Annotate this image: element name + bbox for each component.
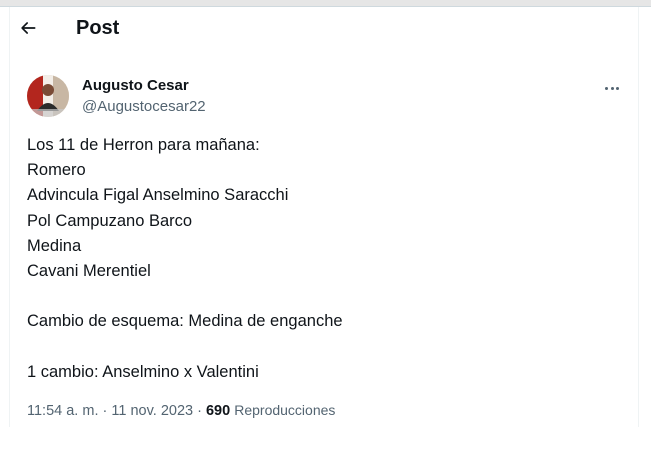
tweet-line: Medina [27,236,82,255]
page-title: Post [76,17,120,39]
tweet-line [27,335,617,360]
avatar[interactable] [27,75,69,117]
tweet-line: Pol Campuzano Barco [27,211,193,230]
right-border [638,7,639,427]
post-page: Post Augusto Cesar @Augustocesar22 Los 1… [0,0,651,450]
post-metadata: 11:54 a. m. · 11 nov. 2023 · 690 Reprodu… [27,401,335,420]
ellipsis-icon [605,86,609,90]
author-handle[interactable]: @Augustocesar22 [82,98,206,116]
post-date[interactable]: 11 nov. 2023 [111,403,193,419]
tweet-text: Los 11 de Herron para mañana: Romero Adv… [27,133,617,385]
meta-separator: · [102,403,108,419]
post-time[interactable]: 11:54 a. m. [27,403,98,419]
author-name[interactable]: Augusto Cesar [82,77,189,95]
user-avatar-photo [27,75,69,117]
tweet-line: Cavani Merentiel [27,262,151,281]
tweet-line: Cambio de esquema: Medina de enganche [27,312,343,331]
meta-separator: · [197,403,202,419]
tweet-line: Romero [27,161,86,180]
left-border [9,7,10,427]
tweet-line: 1 cambio: Anselmino x Valentini [27,362,259,381]
arrow-left-icon [21,22,36,34]
views-count[interactable]: 690 [206,403,230,419]
tweet-line: Advincula Figal Anselmino Saracchi [27,186,289,205]
views-label[interactable]: Reproducciones [234,402,335,418]
tweet-line [27,284,617,309]
back-button[interactable] [16,16,40,40]
ellipsis-icon [615,86,619,90]
ellipsis-icon [610,86,614,90]
more-options-button[interactable] [600,78,624,98]
top-border [0,0,651,7]
page-bottom [0,428,651,450]
tweet-line: Los 11 de Herron para mañana: [27,136,260,154]
